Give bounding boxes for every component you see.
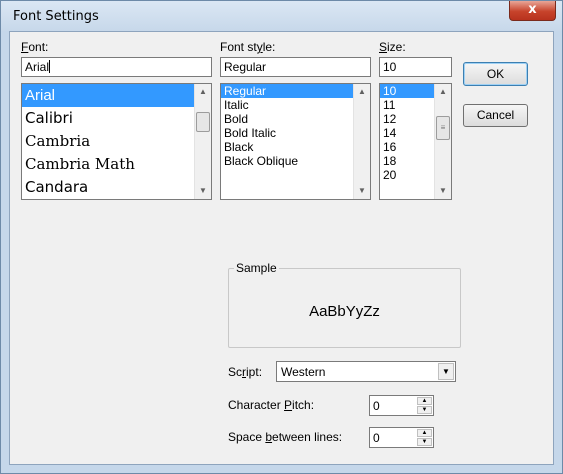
size-list-item[interactable]: 14 [380,126,434,140]
font-style-input-value: Regular [224,60,267,74]
font-style-list-item[interactable]: Italic [221,98,353,112]
font-list-scrollbar[interactable]: ▲ ▼ [194,84,211,199]
size-list-item[interactable]: 16 [380,140,434,154]
chevron-down-icon[interactable]: ▼ [438,363,454,380]
font-settings-dialog: Font Settings x Font: Font style: Size: … [0,0,563,474]
font-input[interactable]: Arial [21,57,212,77]
font-list-items: Arial Calibri Cambria Cambria Math Canda… [22,84,194,199]
size-list[interactable]: 10 11 12 14 16 18 20 ▲ ≡ ▼ [379,83,452,200]
scroll-down-arrow-icon[interactable]: ▼ [354,183,370,199]
dialog-client-area: Font: Font style: Size: Arial Regular 10… [9,31,554,465]
font-style-list[interactable]: Regular Italic Bold Bold Italic Black Bl… [220,83,371,200]
script-label: Script: [228,365,262,379]
font-style-list-item[interactable]: Black [221,140,353,154]
size-list-scrollbar[interactable]: ▲ ≡ ▼ [434,84,451,199]
scroll-down-arrow-icon[interactable]: ▼ [435,183,451,199]
spin-down-icon[interactable]: ▼ [417,406,432,414]
font-style-label-prefix: Font st [220,40,257,54]
font-style-input[interactable]: Regular [220,57,371,77]
spin-buttons: ▲ ▼ [417,397,432,414]
spin-up-icon[interactable]: ▲ [417,397,432,405]
sample-group-label: Sample [234,261,279,275]
size-input-value: 10 [383,60,397,74]
line-spacing-label: Space between lines: [228,430,342,444]
font-style-label: Font style: [220,40,275,54]
font-style-list-item[interactable]: Black Oblique [221,154,353,168]
line-spacing-value: 0 [373,431,380,445]
size-label-rest: ize: [387,40,406,54]
close-button[interactable]: x [509,1,556,21]
cancel-button[interactable]: Cancel [463,104,528,127]
sample-group: AaBbYyZz [228,268,461,348]
font-style-list-items: Regular Italic Bold Bold Italic Black Bl… [221,84,353,168]
size-list-items: 10 11 12 14 16 18 20 [380,84,434,182]
ok-button[interactable]: OK [463,62,528,86]
font-list-item[interactable]: Arial [22,84,194,107]
character-pitch-label: Character Pitch: [228,398,314,412]
line-spacing-label-prefix: Space [228,430,266,444]
line-spacing-label-rest: etween lines: [272,430,343,444]
size-list-item[interactable]: 12 [380,112,434,126]
line-spacing-stepper[interactable]: 0 ▲ ▼ [369,427,434,448]
font-input-value: Arial [25,60,50,74]
script-select-value: Western [281,365,326,379]
close-icon: x [528,2,537,17]
size-label: Size: [379,40,406,54]
scroll-thumb[interactable]: ≡ [436,116,450,140]
character-pitch-label-mnemonic: P [284,398,293,412]
spin-up-icon[interactable]: ▲ [417,429,432,437]
size-input[interactable]: 10 [379,57,452,77]
text-caret [49,60,51,73]
spin-down-icon[interactable]: ▼ [417,438,432,446]
font-list-item[interactable]: Candara [22,176,194,199]
font-label: Font: [21,40,48,54]
font-label-rest: ont: [28,40,49,54]
title-bar[interactable]: Font Settings x [1,1,562,31]
font-style-list-item[interactable]: Regular [221,84,353,98]
script-label-prefix: Sc [228,365,243,379]
font-list[interactable]: Arial Calibri Cambria Cambria Math Canda… [21,83,212,200]
spin-buttons: ▲ ▼ [417,429,432,446]
character-pitch-label-prefix: Character [228,398,285,412]
scroll-up-arrow-icon[interactable]: ▲ [195,84,211,100]
character-pitch-label-rest: itch: [292,398,315,412]
size-list-item[interactable]: 20 [380,168,434,182]
font-style-list-item[interactable]: Bold [221,112,353,126]
font-style-label-rest: le: [262,40,276,54]
character-pitch-value: 0 [373,399,380,413]
size-label-mnemonic: S [379,40,388,54]
font-style-list-scrollbar[interactable]: ▲ ▼ [353,84,370,199]
dialog-title: Font Settings [13,9,99,24]
scroll-down-arrow-icon[interactable]: ▼ [195,183,211,199]
font-style-list-item[interactable]: Bold Italic [221,126,353,140]
sample-text: AaBbYyZz [309,303,380,320]
script-select[interactable]: Western ▼ [276,361,456,382]
font-list-item[interactable]: Calibri [22,107,194,130]
scroll-up-arrow-icon[interactable]: ▲ [354,84,370,100]
size-list-item[interactable]: 18 [380,154,434,168]
size-list-item[interactable]: 10 [380,84,434,98]
scroll-up-arrow-icon[interactable]: ▲ [435,84,451,100]
script-label-rest: ipt: [246,365,263,379]
character-pitch-stepper[interactable]: 0 ▲ ▼ [369,395,434,416]
size-list-item[interactable]: 11 [380,98,434,112]
font-list-item[interactable]: Cambria Math [22,153,194,176]
scroll-thumb[interactable] [196,112,210,132]
font-list-item[interactable]: Cambria [22,130,194,153]
